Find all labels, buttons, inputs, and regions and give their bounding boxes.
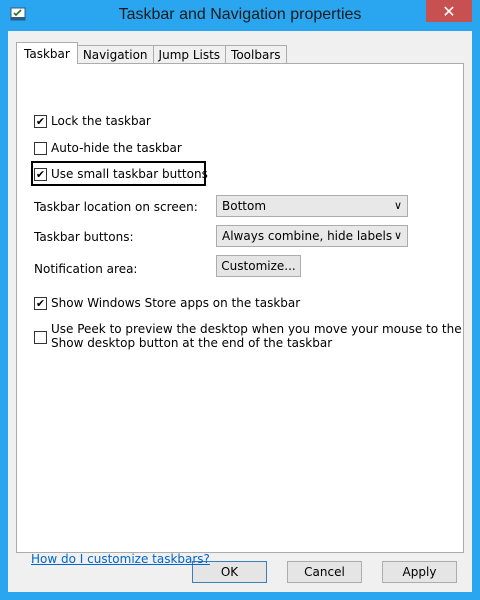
tab-toolbars[interactable]: Toolbars — [225, 45, 287, 64]
properties-window: Taskbar and Navigation properties ✕ Task… — [0, 0, 480, 600]
peek-label-line1: Use Peek to preview the desktop when you… — [51, 322, 462, 336]
autohide-taskbar-checkbox[interactable] — [34, 141, 47, 155]
tab-strip: Taskbar Navigation Jump Lists Toolbars — [16, 42, 287, 64]
peek-label-line2: Show desktop button at the end of the ta… — [51, 336, 333, 350]
check-icon: ✔ — [35, 114, 46, 128]
peek-checkbox[interactable] — [34, 331, 47, 344]
store-apps-label: Show Windows Store apps on the taskbar — [51, 296, 301, 310]
taskbar-buttons-value: Always combine, hide labels — [222, 229, 393, 243]
close-icon: ✕ — [442, 1, 456, 21]
lock-taskbar-option[interactable]: ✔ Lock the taskbar — [34, 114, 151, 128]
store-apps-checkbox[interactable]: ✔ — [34, 296, 47, 310]
lock-taskbar-label: Lock the taskbar — [51, 114, 151, 128]
taskbar-location-select[interactable]: Bottom ∨ — [216, 195, 408, 217]
dialog-client-area: Taskbar Navigation Jump Lists Toolbars ✔… — [8, 31, 472, 592]
cancel-button[interactable]: Cancel — [287, 561, 362, 583]
check-icon: ✔ — [35, 296, 46, 310]
small-buttons-option[interactable]: ✔ Use small taskbar buttons — [34, 167, 208, 181]
location-label: Taskbar location on screen: — [34, 200, 198, 214]
autohide-taskbar-label: Auto-hide the taskbar — [51, 141, 182, 155]
tab-taskbar[interactable]: Taskbar — [16, 42, 78, 64]
store-apps-option[interactable]: ✔ Show Windows Store apps on the taskbar — [34, 296, 300, 310]
autohide-taskbar-option[interactable]: Auto-hide the taskbar — [34, 141, 182, 155]
window-title: Taskbar and Navigation properties — [118, 6, 362, 23]
taskbar-location-value: Bottom — [222, 199, 267, 213]
apply-button[interactable]: Apply — [382, 561, 457, 583]
small-buttons-checkbox[interactable]: ✔ — [34, 167, 47, 181]
peek-option[interactable]: Use Peek to preview the desktop when you… — [34, 322, 462, 350]
close-button[interactable]: ✕ — [426, 0, 472, 22]
customize-button[interactable]: Customize... — [216, 255, 301, 277]
taskbar-buttons-label: Taskbar buttons: — [34, 230, 134, 244]
lock-taskbar-checkbox[interactable]: ✔ — [34, 114, 47, 128]
taskbar-tab-panel: ✔ Lock the taskbar Auto-hide the taskbar… — [16, 63, 464, 566]
tab-jump-lists[interactable]: Jump Lists — [152, 45, 227, 64]
chevron-down-icon: ∨ — [393, 199, 402, 212]
notification-area-label: Notification area: — [34, 262, 138, 276]
check-icon: ✔ — [35, 167, 46, 181]
small-buttons-label: Use small taskbar buttons — [51, 167, 208, 181]
chevron-down-icon: ∨ — [393, 229, 402, 242]
taskbar-buttons-select[interactable]: Always combine, hide labels ∨ — [216, 225, 408, 247]
title-bar[interactable]: Taskbar and Navigation properties ✕ — [0, 0, 480, 30]
peek-label: Use Peek to preview the desktop when you… — [51, 322, 462, 350]
tab-navigation[interactable]: Navigation — [76, 45, 154, 64]
help-link[interactable]: How do I customize taskbars? — [31, 552, 210, 566]
